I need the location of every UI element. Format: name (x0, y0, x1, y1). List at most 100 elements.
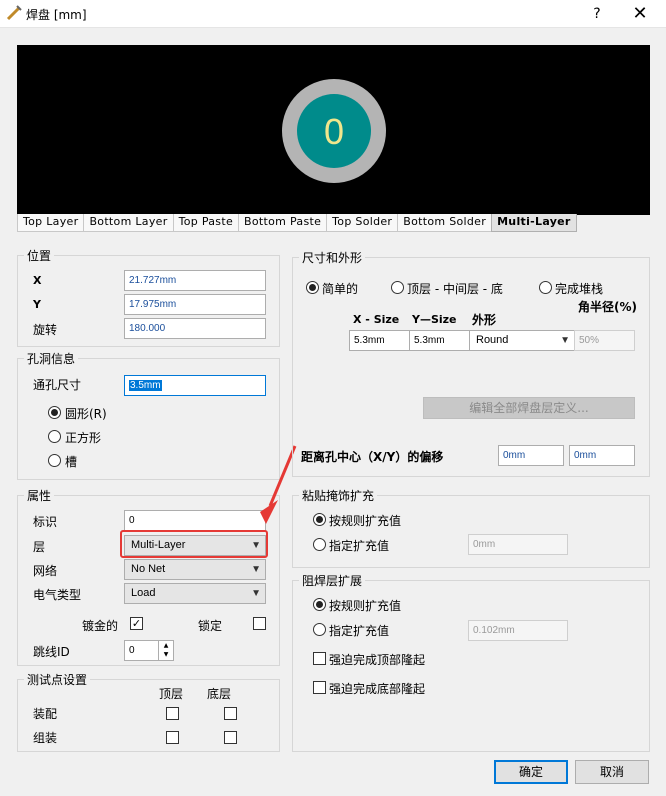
electrical-type-select[interactable]: Load ▼ (124, 583, 266, 604)
properties-group: 属性 标识 0 层 Multi-Layer ▼ 网络 No Net ▼ 电气类型… (17, 487, 280, 666)
chevron-down-icon: ▼ (560, 335, 570, 346)
tab-top-paste[interactable]: Top Paste (172, 214, 240, 232)
hole-info-title: 孔洞信息 (24, 350, 79, 367)
layer-tabs: Top Layer Bottom Layer Top Paste Bottom … (17, 214, 577, 232)
force-bottom-tenting-label[interactable]: 强迫完成底部隆起 (329, 680, 425, 697)
close-button[interactable]: ✕ (628, 3, 652, 25)
offset-y-input[interactable]: 0mm (569, 445, 635, 466)
testpoint-bottom-header: 底层 (207, 687, 232, 701)
x-input[interactable]: 21.727mm (124, 270, 266, 291)
paste-specified-radio[interactable] (313, 538, 326, 551)
solder-mask-title: 阻焊层扩展 (299, 572, 366, 589)
size-shape-group: 尺寸和外形 简单的 顶层 - 中间层 - 底 完成堆栈 角半径(%) X - S… (292, 249, 650, 477)
cancel-button[interactable]: 取消 (575, 760, 649, 784)
corner-radius-input[interactable]: 50% (574, 330, 635, 351)
solder-rule-label[interactable]: 按规则扩充值 (329, 597, 401, 614)
rotation-input[interactable]: 180.000 (124, 318, 266, 339)
electrical-type-value: Load (131, 587, 156, 599)
hole-square-radio[interactable] (48, 430, 61, 443)
solder-specified-label[interactable]: 指定扩充值 (329, 622, 389, 639)
simple-radio[interactable] (306, 281, 319, 294)
ok-button[interactable]: 确定 (494, 760, 568, 784)
x-size-header: X - Size (353, 313, 400, 326)
force-top-tenting-checkbox[interactable] (313, 652, 326, 665)
corner-radius-label: 角半径(%) (578, 300, 637, 314)
plated-checkbox[interactable]: ✓ (130, 617, 143, 630)
layer-label: 层 (33, 540, 46, 554)
designator-label: 标识 (33, 515, 58, 529)
y-size-input[interactable]: 5.3mm (409, 330, 470, 351)
hole-slot-label[interactable]: 槽 (65, 453, 77, 470)
properties-title: 属性 (24, 487, 55, 504)
x-size-input[interactable]: 5.3mm (349, 330, 410, 351)
force-top-tenting-label[interactable]: 强迫完成顶部隆起 (329, 651, 425, 668)
edit-all-layers-button[interactable]: 编辑全部焊盘层定义... (423, 397, 635, 419)
designator-input[interactable]: 0 (124, 510, 266, 531)
net-select-value: No Net (131, 563, 166, 575)
paste-specified-label[interactable]: 指定扩充值 (329, 537, 389, 554)
net-label: 网络 (33, 564, 58, 578)
tab-bottom-solder[interactable]: Bottom Solder (397, 214, 493, 232)
fabrication-top-checkbox[interactable] (166, 731, 179, 744)
offset-x-input[interactable]: 0mm (498, 445, 564, 466)
paste-mask-group: 粘贴掩饰扩充 按规则扩充值 指定扩充值 0mm (292, 487, 650, 568)
assembly-label: 装配 (33, 707, 58, 721)
tab-bottom-layer[interactable]: Bottom Layer (83, 214, 174, 232)
hole-round-label[interactable]: 圆形(R) (65, 405, 107, 422)
simple-label[interactable]: 简单的 (322, 280, 358, 297)
force-bottom-tenting-checkbox[interactable] (313, 681, 326, 694)
full-stack-label[interactable]: 完成堆栈 (555, 280, 603, 297)
tab-top-solder[interactable]: Top Solder (326, 214, 399, 232)
size-shape-title: 尺寸和外形 (299, 249, 366, 266)
hole-round-radio[interactable] (48, 406, 61, 419)
assembly-bottom-checkbox[interactable] (224, 707, 237, 720)
tab-multi-layer[interactable]: Multi-Layer (491, 214, 577, 232)
solder-value-input[interactable]: 0.102mm (468, 620, 568, 641)
jumper-id-spinner[interactable]: ▲ ▼ (158, 641, 173, 660)
solder-rule-radio[interactable] (313, 598, 326, 611)
solder-mask-group: 阻焊层扩展 按规则扩充值 指定扩充值 0.102mm 强迫完成顶部隆起 强迫完成… (292, 572, 650, 752)
top-mid-bottom-label[interactable]: 顶层 - 中间层 - 底 (407, 280, 503, 297)
paste-rule-label[interactable]: 按规则扩充值 (329, 512, 401, 529)
assembly-top-checkbox[interactable] (166, 707, 179, 720)
y-input[interactable]: 17.975mm (124, 294, 266, 315)
full-stack-radio[interactable] (539, 281, 552, 294)
title-bar: 焊盘 [mm] ? ✕ (0, 0, 666, 28)
tab-bottom-paste[interactable]: Bottom Paste (238, 214, 328, 232)
pad-preview: 0 (17, 45, 650, 215)
location-title: 位置 (24, 247, 55, 264)
net-select[interactable]: No Net ▼ (124, 559, 266, 580)
chevron-down-icon: ▼ (251, 564, 261, 575)
hole-square-label[interactable]: 正方形 (65, 429, 101, 446)
rotation-label: 旋转 (33, 323, 58, 337)
shape-select[interactable]: Round ▼ (469, 330, 575, 351)
tab-top-layer[interactable]: Top Layer (17, 214, 85, 232)
paste-value-input[interactable]: 0mm (468, 534, 568, 555)
paste-mask-title: 粘贴掩饰扩充 (299, 487, 378, 504)
hole-info-group: 孔洞信息 通孔尺寸 3.5mm 圆形(R) 正方形 槽 (17, 350, 280, 480)
fabrication-bottom-checkbox[interactable] (224, 731, 237, 744)
y-label: Y (33, 298, 41, 311)
pad-designator-label: 0 (324, 111, 344, 152)
help-button[interactable]: ? (586, 3, 608, 25)
fabrication-label: 组装 (33, 731, 58, 745)
pad-preview-graphic: 0 (282, 79, 386, 183)
shape-header: 外形 (472, 313, 497, 327)
x-label: X (33, 274, 42, 287)
shape-select-value: Round (476, 334, 509, 346)
y-size-header: Y—Size (412, 313, 457, 326)
jumper-id-label: 跳线ID (33, 645, 70, 659)
hole-slot-radio[interactable] (48, 454, 61, 467)
layer-select-highlight (120, 530, 268, 558)
electrical-type-label: 电气类型 (33, 588, 82, 602)
solder-specified-radio[interactable] (313, 623, 326, 636)
locked-label: 锁定 (198, 619, 223, 633)
paste-rule-radio[interactable] (313, 513, 326, 526)
hole-size-input[interactable]: 3.5mm (124, 375, 266, 396)
locked-checkbox[interactable] (253, 617, 266, 630)
hole-offset-label: 距离孔中心（X/Y）的偏移 (301, 450, 444, 464)
top-mid-bottom-radio[interactable] (391, 281, 404, 294)
hole-size-value: 3.5mm (129, 380, 162, 391)
plated-label: 镀金的 (82, 619, 119, 633)
chevron-down-icon: ▼ (251, 588, 261, 599)
